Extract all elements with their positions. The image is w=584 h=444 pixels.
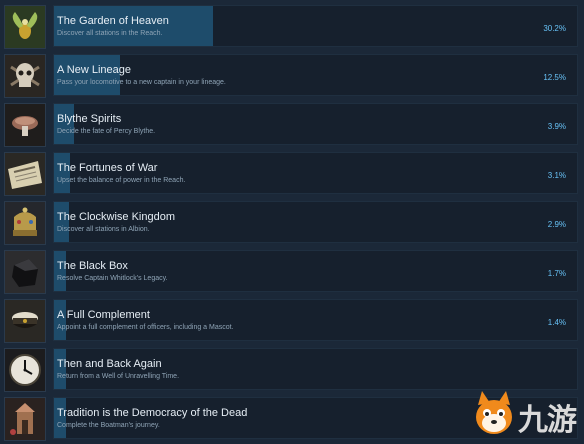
achievement-progress-bar: Then and Back Again Return from a Well o…	[53, 348, 578, 390]
achievement-title: The Black Box	[57, 260, 128, 272]
achievement-percent: 1.7%	[547, 269, 566, 278]
achievement-description: Pass your locomotive to a new captain in…	[57, 79, 226, 86]
achievement-progress-bar: The Fortunes of War Upset the balance of…	[53, 152, 578, 194]
achievement-row[interactable]: The Black Box Resolve Captain Whitlock's…	[0, 250, 584, 296]
achievement-title: The Fortunes of War	[57, 162, 158, 174]
achievement-description: Decide the fate of Percy Blythe.	[57, 128, 156, 135]
achievement-description: Appoint a full complement of officers, i…	[57, 324, 234, 331]
fox-mascot-icon	[476, 391, 512, 434]
achievement-progress-bar: Blythe Spirits Decide the fate of Percy …	[53, 103, 578, 145]
achievement-row[interactable]: The Clockwise Kingdom Discover all stati…	[0, 201, 584, 247]
achievement-progress-bar: The Black Box Resolve Captain Whitlock's…	[53, 250, 578, 292]
skull-icon	[4, 54, 46, 98]
achievement-progress-bar: The Clockwise Kingdom Discover all stati…	[53, 201, 578, 243]
crown-icon	[4, 201, 46, 245]
achievement-percent: 3.1%	[547, 171, 566, 180]
black-box-icon	[4, 250, 46, 294]
winged-seed-icon	[4, 5, 46, 49]
achievement-percent: 12.5%	[543, 73, 566, 82]
achievement-description: Resolve Captain Whitlock's Legacy.	[57, 275, 168, 282]
achievement-title: The Clockwise Kingdom	[57, 211, 175, 223]
achievement-title: The Garden of Heaven	[57, 15, 169, 27]
clock-icon	[4, 348, 46, 392]
mushroom-icon	[4, 103, 46, 147]
achievement-title: Tradition is the Democracy of the Dead	[57, 407, 248, 419]
achievement-description: Return from a Well of Unravelling Time.	[57, 373, 180, 380]
achievement-row[interactable]: Then and Back Again Return from a Well o…	[0, 348, 584, 394]
achievement-percent: 3.9%	[547, 122, 566, 131]
watermark-text: 九游	[518, 403, 577, 438]
achievement-progress-bar: A New Lineage Pass your locomotive to a …	[53, 54, 578, 96]
achievement-title: A Full Complement	[57, 309, 150, 321]
achievement-row[interactable]: A New Lineage Pass your locomotive to a …	[0, 54, 584, 100]
shrine-icon	[4, 397, 46, 441]
achievement-row[interactable]: Blythe Spirits Decide the fate of Percy …	[0, 103, 584, 149]
achievement-row[interactable]: A Full Complement Appoint a full complem…	[0, 299, 584, 345]
newspaper-icon	[4, 152, 46, 196]
achievement-percent: 2.9%	[547, 220, 566, 229]
achievement-progress-bar: A Full Complement Appoint a full complem…	[53, 299, 578, 341]
watermark-logo: 九游	[470, 389, 580, 439]
achievement-description: Discover all stations in Albion.	[57, 226, 150, 233]
achievement-description: Discover all stations in the Reach.	[57, 30, 163, 37]
achievement-description: Upset the balance of power in the Reach.	[57, 177, 186, 184]
achievement-row[interactable]: The Fortunes of War Upset the balance of…	[0, 152, 584, 198]
achievement-title: Blythe Spirits	[57, 113, 122, 125]
achievement-title: A New Lineage	[57, 64, 131, 76]
achievement-row[interactable]: The Garden of Heaven Discover all statio…	[0, 5, 584, 51]
achievement-title: Then and Back Again	[57, 358, 162, 370]
achievement-percent: 1.4%	[547, 318, 566, 327]
achievement-progress-bar: The Garden of Heaven Discover all statio…	[53, 5, 578, 47]
achievement-percent: 30.2%	[543, 24, 566, 33]
achievement-description: Complete the Boatman's journey.	[57, 422, 160, 429]
officer-cap-icon	[4, 299, 46, 343]
